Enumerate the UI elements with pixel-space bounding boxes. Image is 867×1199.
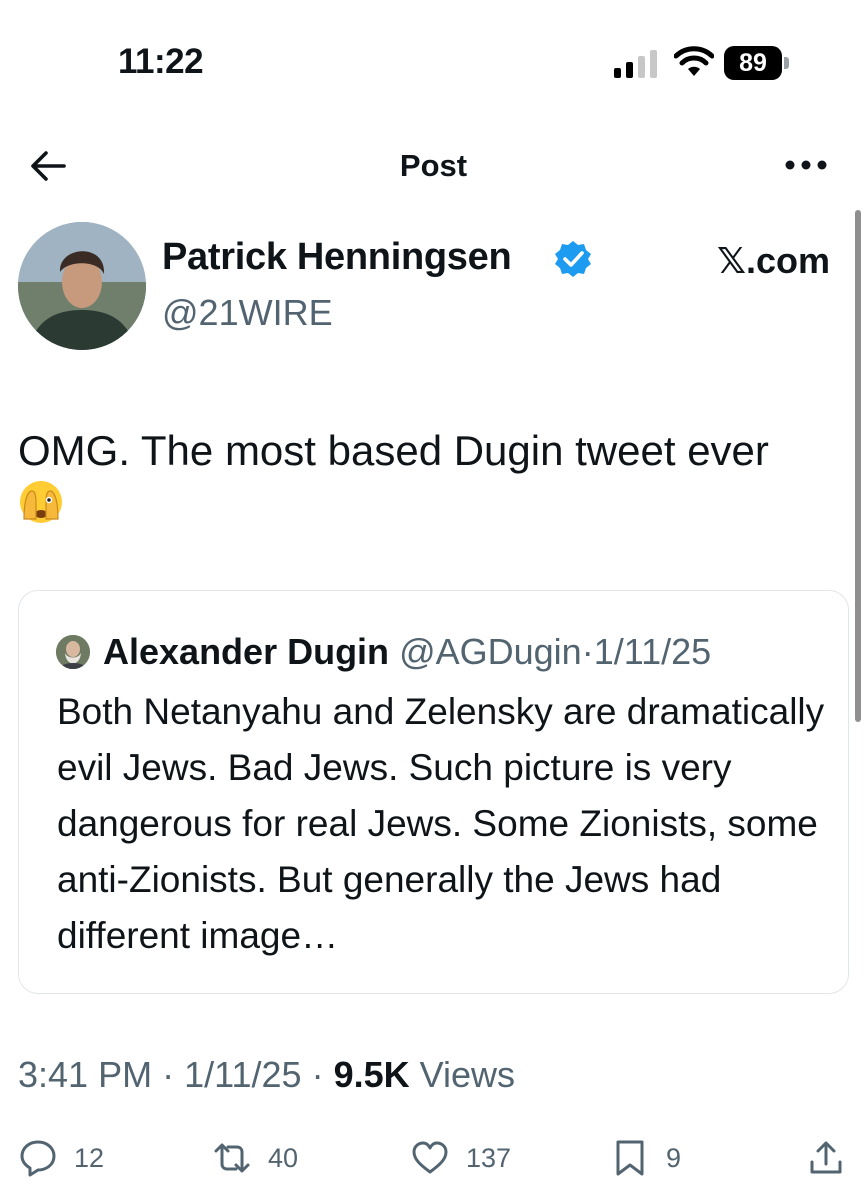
reply-count: 12	[74, 1142, 105, 1173]
quoted-author-handle: @AGDugin	[399, 631, 582, 672]
timestamp-separator: ·	[162, 1054, 175, 1095]
quoted-avatar-image	[56, 635, 90, 669]
repost-icon	[214, 1143, 250, 1173]
share-icon	[810, 1141, 842, 1174]
like-icon	[412, 1141, 448, 1174]
page-title: Post	[399, 148, 468, 183]
quoted-author-name: Alexander Dugin	[103, 631, 390, 672]
author-avatar[interactable]	[18, 222, 146, 350]
cellular-signal-icon	[614, 50, 657, 78]
post-text-content: OMG. The most based Dugin tweet ever	[18, 427, 769, 474]
timestamp-separator: ·	[311, 1054, 324, 1095]
more-icon[interactable]	[782, 150, 830, 180]
bookmark-count: 9	[666, 1142, 682, 1173]
face-with-peeking-eye-icon	[20, 481, 62, 523]
verified-badge-icon	[555, 241, 591, 277]
author-name[interactable]: Patrick Henningsen	[162, 236, 512, 279]
share-button[interactable]	[806, 1134, 846, 1182]
like-count: 137	[466, 1142, 512, 1173]
timestamp-time: 3:41 PM	[18, 1054, 153, 1095]
status-time: 11:22	[118, 42, 204, 81]
views-label: Views	[419, 1054, 516, 1095]
battery-indicator: 89	[724, 46, 790, 80]
avatar-image	[18, 222, 146, 350]
quoted-date: 1/11/25	[593, 631, 712, 672]
post-timestamp: 3:41 PM · 1/11/25 · 9.5K Views	[18, 1054, 515, 1096]
source-label: 𝕏.com	[716, 240, 830, 281]
timestamp-date: 1/11/25	[184, 1054, 302, 1095]
scrollbar[interactable]	[855, 210, 861, 722]
bookmark-button[interactable]: 9	[610, 1134, 681, 1182]
bookmark-icon	[616, 1140, 644, 1176]
views-count: 9.5K	[333, 1054, 410, 1095]
battery-cap	[784, 57, 789, 69]
quoted-author-avatar	[56, 635, 90, 669]
quoted-post-header: Alexander Dugin @AGDugin·1/11/25	[103, 631, 711, 673]
author-handle[interactable]: @21WIRE	[162, 292, 333, 334]
reply-icon	[20, 1140, 56, 1177]
quoted-post-text: Both Netanyahu and Zelensky are dramatic…	[57, 691, 825, 956]
quoted-post-card[interactable]: Alexander Dugin @AGDugin·1/11/25 Both Ne…	[18, 590, 849, 994]
post-text: OMG. The most based Dugin tweet ever	[18, 424, 848, 532]
reply-button[interactable]: 12	[18, 1134, 104, 1182]
wifi-icon	[674, 46, 714, 76]
repost-count: 40	[268, 1142, 299, 1173]
quoted-separator: ·	[581, 631, 594, 672]
battery-level: 89	[724, 46, 782, 80]
repost-button[interactable]: 40	[212, 1134, 298, 1182]
like-button[interactable]: 137	[410, 1134, 511, 1182]
